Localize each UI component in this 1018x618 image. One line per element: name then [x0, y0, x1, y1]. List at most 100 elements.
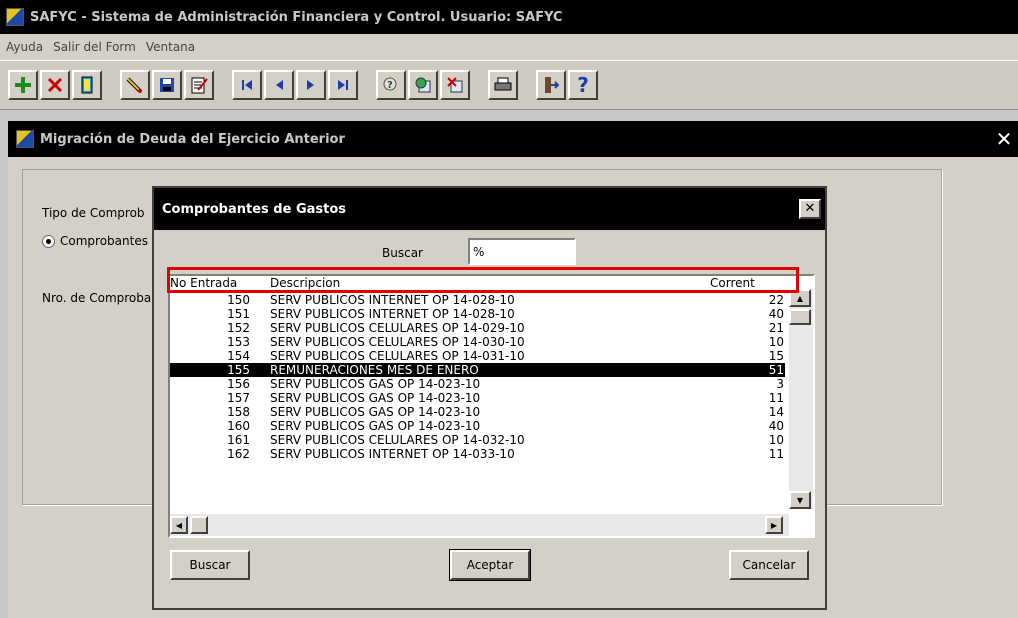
grid-rows: 150 SERV PUBLICOS INTERNET OP 14-028-10 22…: [170, 293, 785, 461]
menu-item-ayuda[interactable]: Ayuda: [6, 40, 43, 54]
comprobantes-dialog: Comprobantes de Gastos ✕ Buscar No Entra…: [152, 186, 827, 610]
help-icon[interactable]: ?: [568, 70, 598, 100]
cell-no-entrada: 150: [227, 293, 250, 307]
add-icon[interactable]: [8, 70, 38, 100]
menu-item-salir[interactable]: Salir del Form: [53, 40, 136, 54]
app-title: SAFYC - Sistema de Administración Financ…: [30, 9, 563, 25]
radio-selected-icon[interactable]: [42, 235, 55, 248]
execute-query-icon[interactable]: [408, 70, 438, 100]
toolbar: ? ?: [0, 60, 1018, 110]
cell-no-entrada: 151: [227, 307, 250, 321]
cell-descripcion: SERV PUBLICOS GAS OP 14-023-10: [270, 419, 481, 433]
horizontal-scrollbar[interactable]: ◀ ▶: [170, 514, 789, 536]
cell-descripcion: SERV PUBLICOS GAS OP 14-023-10: [270, 405, 481, 419]
cancel-query-icon[interactable]: [440, 70, 470, 100]
last-record-icon[interactable]: [328, 70, 358, 100]
edit-pencil-icon[interactable]: [120, 70, 150, 100]
cell-descripcion: SERV PUBLICOS GAS OP 14-023-10: [270, 391, 481, 405]
cell-descripcion: SERV PUBLICOS INTERNET OP 14-033-10: [270, 447, 515, 461]
cell-corrent: 22: [768, 293, 784, 307]
cell-descripcion: SERV PUBLICOS INTERNET OP 14-028-10: [270, 307, 515, 321]
table-row[interactable]: 157 SERV PUBLICOS GAS OP 14-023-10 11: [170, 391, 785, 405]
results-grid: No Entrada Descripcion Corrent 150 SERV P…: [167, 267, 815, 538]
cell-descripcion: SERV PUBLICOS GAS OP 14-023-10: [270, 377, 481, 391]
query-icon[interactable]: ?: [376, 70, 406, 100]
app-title-bar: SAFYC - Sistema de Administración Financ…: [0, 0, 1018, 34]
scroll-down-icon[interactable]: ▼: [789, 491, 811, 509]
scroll-right-icon[interactable]: ▶: [765, 516, 783, 534]
column-header-no-entrada[interactable]: No Entrada: [170, 276, 237, 290]
cell-corrent: 10: [768, 335, 784, 349]
scroll-up-icon[interactable]: ▲: [789, 289, 811, 307]
cell-corrent: 14: [768, 405, 784, 419]
cancelar-button[interactable]: Cancelar: [729, 550, 809, 580]
cell-no-entrada: 152: [227, 321, 250, 335]
aceptar-button[interactable]: Aceptar: [449, 549, 531, 581]
cell-descripcion: SERV PUBLICOS CELULARES OP 14-032-10: [270, 433, 525, 447]
print-icon[interactable]: [488, 70, 518, 100]
scroll-left-icon[interactable]: ◀: [170, 516, 188, 534]
scroll-thumb[interactable]: [789, 309, 811, 325]
exit-icon[interactable]: [536, 70, 566, 100]
table-row[interactable]: 161 SERV PUBLICOS CELULARES OP 14-032-10 1…: [170, 433, 785, 447]
cell-no-entrada: 158: [227, 405, 250, 419]
buscar-button[interactable]: Buscar: [170, 550, 250, 580]
radio-comprobantes-label: Comprobantes: [60, 234, 148, 248]
cell-corrent: 21: [768, 321, 784, 335]
delete-icon[interactable]: [40, 70, 70, 100]
next-record-icon[interactable]: [296, 70, 326, 100]
cell-corrent: 11: [768, 391, 784, 405]
column-header-corrent[interactable]: Corrent: [710, 276, 755, 290]
radio-comprobantes[interactable]: Comprobantes: [42, 234, 148, 248]
table-row[interactable]: 152 SERV PUBLICOS CELULARES OP 14-029-10 2…: [170, 321, 785, 335]
table-row[interactable]: 162 SERV PUBLICOS INTERNET OP 14-033-10 11: [170, 447, 785, 461]
table-row[interactable]: 156 SERV PUBLICOS GAS OP 14-023-10 3: [170, 377, 785, 391]
cell-descripcion: SERV PUBLICOS CELULARES OP 14-029-10: [270, 321, 525, 335]
first-record-icon[interactable]: [232, 70, 262, 100]
table-row[interactable]: 158 SERV PUBLICOS GAS OP 14-023-10 14: [170, 405, 785, 419]
dialog-title-bar: Comprobantes de Gastos ✕: [154, 188, 825, 230]
dialog-title: Comprobantes de Gastos: [162, 201, 347, 217]
cell-corrent: 3: [776, 377, 784, 391]
cell-corrent: 10: [768, 433, 784, 447]
table-row[interactable]: 155 REMUNERACIONES MES DE ENERO 51: [170, 363, 785, 377]
cell-corrent: 40: [768, 307, 784, 321]
book-icon[interactable]: [72, 70, 102, 100]
cell-no-entrada: 162: [227, 447, 250, 461]
cell-no-entrada: 161: [227, 433, 250, 447]
table-row[interactable]: 154 SERV PUBLICOS CELULARES OP 14-031-10 1…: [170, 349, 785, 363]
vertical-scrollbar[interactable]: ▲ ▼: [789, 289, 813, 509]
cell-descripcion: SERV PUBLICOS CELULARES OP 14-031-10: [270, 349, 525, 363]
table-row[interactable]: 153 SERV PUBLICOS CELULARES OP 14-030-10 1…: [170, 335, 785, 349]
h-scroll-thumb[interactable]: [190, 516, 208, 534]
cell-corrent: 51: [768, 363, 784, 377]
inner-window-title: Migración de Deuda del Ejercicio Anterio…: [40, 131, 345, 147]
cell-no-entrada: 157: [227, 391, 250, 405]
search-label: Buscar: [382, 246, 423, 260]
cell-corrent: 15: [768, 349, 784, 363]
cell-corrent: 11: [768, 447, 784, 461]
table-row[interactable]: 150 SERV PUBLICOS INTERNET OP 14-028-10 22: [170, 293, 785, 307]
column-header-descripcion[interactable]: Descripcion: [270, 276, 340, 290]
inner-window-title-bar: Migración de Deuda del Ejercicio Anterio…: [8, 121, 1018, 157]
tipo-comprobante-label: Tipo de Comprob: [42, 206, 145, 220]
table-row[interactable]: 160 SERV PUBLICOS GAS OP 14-023-10 40: [170, 419, 785, 433]
svg-text:?: ?: [387, 80, 393, 91]
search-input[interactable]: [468, 238, 576, 265]
dialog-close-icon[interactable]: ✕: [799, 199, 821, 219]
cell-descripcion: SERV PUBLICOS CELULARES OP 14-030-10: [270, 335, 525, 349]
app-logo-icon: [6, 8, 24, 26]
nro-comprobante-label: Nro. de Comproba: [42, 291, 152, 305]
grid-header: No Entrada Descripcion Corrent: [170, 276, 785, 293]
cell-no-entrada: 160: [227, 419, 250, 433]
save-icon[interactable]: [152, 70, 182, 100]
checklist-icon[interactable]: [184, 70, 214, 100]
cell-corrent: 40: [768, 419, 784, 433]
menu-bar: Ayuda Salir del Form Ventana: [0, 34, 1018, 60]
menu-item-ventana[interactable]: Ventana: [146, 40, 195, 54]
cell-no-entrada: 154: [227, 349, 250, 363]
cell-no-entrada: 155: [227, 363, 250, 377]
close-icon[interactable]: ✕: [994, 129, 1014, 149]
table-row[interactable]: 151 SERV PUBLICOS INTERNET OP 14-028-10 40: [170, 307, 785, 321]
previous-record-icon[interactable]: [264, 70, 294, 100]
